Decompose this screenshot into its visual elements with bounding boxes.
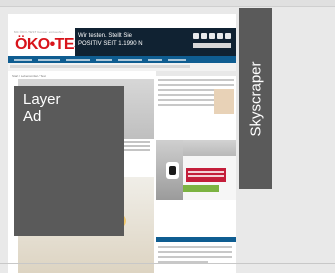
campaign-ad[interactable]: [156, 140, 236, 200]
text-line: [158, 84, 234, 86]
main-navigation: [8, 56, 236, 63]
layer-ad-label: Layer Ad: [23, 91, 61, 125]
promo-line-2: POSITIV SEIT 1.1990 N: [78, 41, 143, 47]
campaign-cta[interactable]: [186, 168, 226, 182]
bottom-divider: [0, 263, 335, 264]
promo-line-1: Wir testen. Stellt Sie: [78, 33, 133, 39]
browser-screenshot: Mit ÖKO-TEST besser einkaufen ÖKO•TEST W…: [0, 0, 335, 273]
search-bar[interactable]: [193, 43, 231, 48]
text-line: [158, 251, 232, 253]
facebook-icon[interactable]: [193, 33, 199, 39]
social-icons: [193, 33, 231, 40]
sub-navigation: [8, 63, 236, 71]
breadcrumb[interactable]: Start / Lebensmittel / Test: [12, 74, 46, 78]
nav-item[interactable]: [168, 58, 186, 61]
skyscraper-label: Skyscraper: [247, 60, 264, 137]
layer-ad-overlay[interactable]: Layer Ad: [14, 86, 124, 236]
header-tagline: Mit ÖKO-TEST besser einkaufen: [14, 30, 64, 34]
campaign-button[interactable]: [183, 185, 219, 192]
twitter-icon[interactable]: [201, 33, 207, 39]
subnav-bar: [10, 65, 190, 68]
text-line: [188, 171, 224, 173]
top-divider: [0, 6, 335, 7]
magazine-cover[interactable]: [214, 89, 234, 114]
panda-mark: [169, 166, 176, 175]
promo-banner[interactable]: Wir testen. Stellt Sie POSITIV SEIT 1.19…: [75, 28, 236, 56]
nav-item[interactable]: [38, 58, 60, 61]
nav-item[interactable]: [118, 58, 142, 61]
text-line: [158, 79, 234, 81]
news-header: [156, 237, 236, 242]
site-header: Mit ÖKO-TEST besser einkaufen ÖKO•TEST W…: [8, 14, 236, 56]
right-column-header: [156, 71, 236, 76]
nav-item[interactable]: [66, 58, 90, 61]
nav-item[interactable]: [148, 58, 162, 61]
mail-icon[interactable]: [225, 33, 231, 39]
nav-item[interactable]: [96, 58, 112, 61]
cta-lines: [188, 171, 224, 179]
rss-icon[interactable]: [217, 33, 223, 39]
google-icon[interactable]: [209, 33, 215, 39]
text-line: [188, 175, 224, 177]
campaign-image-top: [183, 140, 236, 156]
skyscraper-ad[interactable]: Skyscraper: [239, 8, 272, 189]
nav-item[interactable]: [14, 58, 32, 61]
text-line: [158, 256, 232, 258]
text-line: [158, 246, 232, 248]
right-column: [156, 71, 236, 271]
